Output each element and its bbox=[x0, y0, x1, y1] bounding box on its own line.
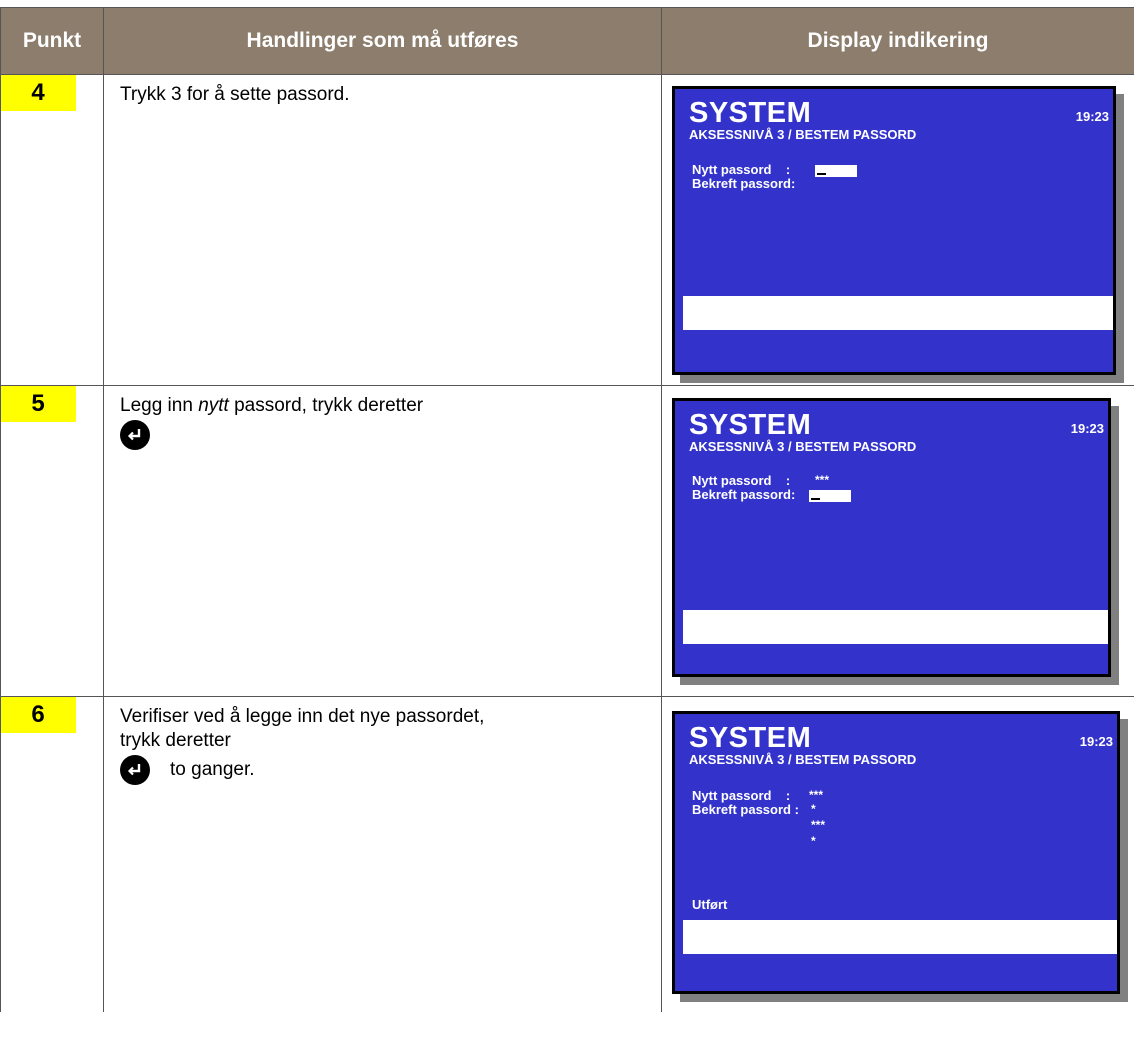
lcd-screen: SYSTEM 19:23 AKSESSNIVÅ 3 / BESTEM PASSO… bbox=[672, 86, 1124, 383]
lcd-confirm-password-label: Bekreft passord: bbox=[692, 487, 796, 502]
lcd-subtitle: AKSESSNIVÅ 3 / BESTEM PASSORD bbox=[689, 752, 917, 767]
lcd-new-password-label: Nytt passord : bbox=[692, 162, 791, 177]
lcd-confirm-password-value: * bbox=[811, 802, 816, 816]
action-cell: Verifiser ved å legge inn det nye passor… bbox=[103, 696, 662, 1012]
punkt-badge: 5 bbox=[0, 386, 76, 422]
lcd-new-password-value: *** bbox=[815, 473, 830, 487]
lcd-title: SYSTEM bbox=[689, 97, 812, 129]
display-cell: SYSTEM 19:23 AKSESSNIVÅ 3 / BESTEM PASSO… bbox=[661, 696, 1134, 1012]
lcd-extra-value: * bbox=[811, 834, 816, 848]
header-display: Display indikering bbox=[661, 7, 1134, 75]
header-actions: Handlinger som må utføres bbox=[103, 7, 662, 75]
lcd-confirm-password-label: Bekreft passord: bbox=[692, 176, 796, 191]
step-row: 5 Legg inn nytt passord, trykk deretter bbox=[0, 385, 1134, 697]
step-row: 6 Verifiser ved å legge inn det nye pass… bbox=[0, 696, 1134, 1012]
lcd-subtitle: AKSESSNIVÅ 3 / BESTEM PASSORD bbox=[689, 439, 917, 454]
lcd-input-bar bbox=[683, 296, 1113, 330]
lcd-new-password-label: Nytt passord : bbox=[692, 788, 791, 803]
action-text: Verifiser ved å legge inn det nye passor… bbox=[104, 697, 661, 785]
action-text-emphasis: nytt bbox=[198, 395, 229, 416]
lcd-input-bar bbox=[683, 610, 1108, 644]
lcd-status-text: Utført bbox=[692, 897, 728, 912]
enter-key-icon bbox=[120, 420, 150, 450]
lcd-title: SYSTEM bbox=[689, 409, 812, 441]
action-cell: Trykk 3 for å sette passord. bbox=[103, 74, 662, 386]
header-punkt: Punkt bbox=[0, 7, 104, 75]
action-text-line: Verifiser ved å legge inn det nye passor… bbox=[120, 706, 485, 727]
lcd-new-password-value: *** bbox=[809, 788, 824, 802]
punkt-badge: 6 bbox=[0, 697, 76, 733]
punkt-cell: 6 bbox=[0, 696, 104, 1012]
display-cell: SYSTEM 19:23 AKSESSNIVÅ 3 / BESTEM PASSO… bbox=[661, 74, 1134, 386]
lcd-title: SYSTEM bbox=[689, 722, 812, 754]
enter-key-icon bbox=[120, 755, 150, 785]
action-text-part: Legg inn bbox=[120, 395, 199, 416]
table-header-row: Punkt Handlinger som må utføres Display … bbox=[0, 7, 1134, 75]
display-cell: SYSTEM 19:23 AKSESSNIVÅ 3 / BESTEM PASSO… bbox=[661, 385, 1134, 697]
lcd-input-cursor bbox=[809, 490, 851, 502]
action-after-icon: to ganger. bbox=[170, 759, 255, 780]
lcd-input-bar bbox=[683, 920, 1117, 954]
punkt-cell: 5 bbox=[0, 385, 104, 697]
lcd-time: 19:23 bbox=[1070, 421, 1104, 436]
action-text-part: passord, trykk deretter bbox=[228, 395, 424, 416]
lcd-subtitle: AKSESSNIVÅ 3 / BESTEM PASSORD bbox=[689, 127, 917, 142]
punkt-badge: 4 bbox=[0, 75, 76, 111]
lcd-confirm-password-label: Bekreft passord : bbox=[692, 802, 799, 817]
action-text: Legg inn nytt passord, trykk deretter bbox=[104, 386, 661, 450]
lcd-screen: SYSTEM 19:23 AKSESSNIVÅ 3 / BESTEM PASSO… bbox=[672, 711, 1128, 1002]
punkt-cell: 4 bbox=[0, 74, 104, 386]
lcd-input-cursor bbox=[815, 165, 857, 177]
lcd-time: 19:23 bbox=[1075, 109, 1109, 124]
action-text-line: trykk deretter bbox=[120, 730, 231, 751]
step-row: 4 Trykk 3 for å sette passord. SYSTEM 19… bbox=[0, 74, 1134, 386]
procedure-table: Punkt Handlinger som må utføres Display … bbox=[0, 7, 1134, 1012]
action-text: Trykk 3 for å sette passord. bbox=[120, 84, 350, 105]
lcd-time: 19:23 bbox=[1079, 734, 1113, 749]
lcd-new-password-label: Nytt passord : bbox=[692, 473, 791, 488]
action-cell: Legg inn nytt passord, trykk deretter bbox=[103, 385, 662, 697]
lcd-extra-value: *** bbox=[811, 818, 826, 832]
lcd-screen: SYSTEM 19:23 AKSESSNIVÅ 3 / BESTEM PASSO… bbox=[672, 398, 1119, 685]
